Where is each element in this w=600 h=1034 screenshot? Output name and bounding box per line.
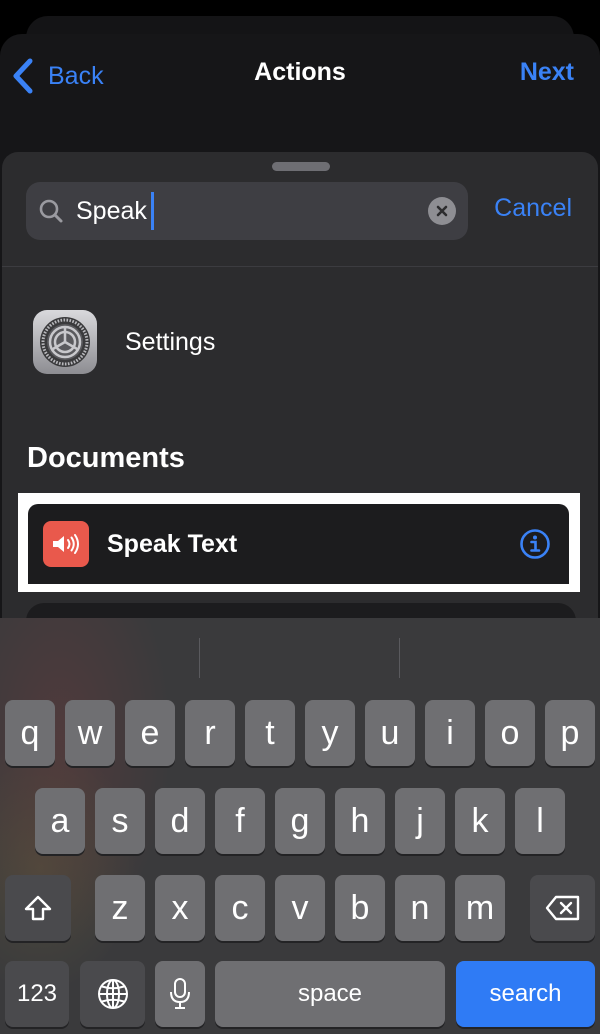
key-label: m (465, 889, 495, 927)
key-p[interactable]: p (545, 700, 595, 766)
numbers-key-label: 123 (16, 980, 58, 1007)
key-r[interactable]: r (185, 700, 235, 766)
key-y[interactable]: y (305, 700, 355, 766)
key-n[interactable]: n (395, 875, 445, 941)
dictation-key[interactable] (155, 961, 205, 1027)
action-search-panel: Speak Cancel Settings Documents Speak Te… (2, 152, 598, 622)
key-b[interactable]: b (335, 875, 385, 941)
key-label: c (231, 889, 249, 927)
key-label: k (471, 802, 489, 840)
microphone-icon (170, 978, 190, 1009)
key-e[interactable]: e (125, 700, 175, 766)
key-s[interactable]: s (95, 788, 145, 854)
key-label: f (235, 802, 245, 840)
key-label: h (350, 802, 370, 840)
search-icon (39, 199, 63, 223)
key-label: o (500, 714, 520, 752)
key-label: j (416, 802, 424, 840)
close-icon (436, 205, 448, 217)
settings-gear-icon (33, 310, 97, 374)
key-o[interactable]: o (485, 700, 535, 766)
key-j[interactable]: j (395, 788, 445, 854)
keyboard: qwe r t y u i o p a s d f g h j k l z x c v b nm 123 space s… (0, 618, 600, 1034)
key-label: w (77, 714, 103, 752)
key-t[interactable]: t (245, 700, 295, 766)
search-input[interactable]: Speak (26, 182, 468, 240)
key-label: u (380, 714, 400, 752)
settings-label: Settings (125, 327, 216, 356)
key-label: q (20, 714, 40, 752)
search-value: Speak (76, 196, 147, 225)
page-title: Actions (254, 58, 346, 86)
key-label: r (204, 714, 216, 752)
shift-key[interactable] (5, 875, 71, 941)
sheet-grabber[interactable] (272, 162, 330, 171)
key-w[interactable]: w (65, 700, 115, 766)
key-label: e (140, 714, 160, 752)
key-label: v (291, 889, 309, 927)
key-f[interactable]: f (215, 788, 265, 854)
key-z[interactable]: z (95, 875, 145, 941)
key-label: x (171, 889, 189, 927)
text-cursor (150, 192, 154, 230)
key-label: s (111, 802, 129, 840)
numbers-key[interactable]: 123 (5, 961, 69, 1027)
key-label: l (536, 802, 544, 840)
shift-icon (24, 895, 52, 921)
divider (2, 266, 598, 267)
key-c[interactable]: c (215, 875, 265, 941)
delete-key[interactable] (530, 875, 595, 941)
key-k[interactable]: k (455, 788, 505, 854)
suggestion-divider (199, 638, 200, 678)
key-label: g (290, 802, 310, 840)
search-key[interactable]: search (456, 961, 595, 1027)
space-key-label: space (297, 980, 363, 1007)
key-label: z (111, 889, 129, 927)
key-label: t (265, 714, 275, 752)
key-label: n (410, 889, 430, 927)
speaker-icon (43, 521, 89, 567)
cancel-button[interactable]: Cancel (494, 194, 572, 223)
key-label: i (446, 714, 454, 752)
key-h[interactable]: h (335, 788, 385, 854)
action-speak-text[interactable]: Speak Text (28, 504, 569, 584)
key-u[interactable]: u (365, 700, 415, 766)
search-key-label: search (489, 980, 562, 1007)
key-label: p (560, 714, 580, 752)
key-label: b (350, 889, 370, 927)
clear-search-button[interactable] (428, 197, 456, 225)
key-label: a (50, 802, 70, 840)
space-key[interactable]: space (215, 961, 445, 1027)
key-m[interactable]: m (455, 875, 505, 941)
key-a[interactable]: a (35, 788, 85, 854)
key-l[interactable]: l (515, 788, 565, 854)
section-header-documents: Documents (27, 442, 185, 474)
key-q[interactable]: q (5, 700, 55, 766)
suggestion-divider (399, 638, 400, 678)
key-v[interactable]: v (275, 875, 325, 941)
globe-icon (97, 979, 128, 1009)
key-d[interactable]: d (155, 788, 205, 854)
result-settings-app[interactable]: Settings (2, 302, 598, 382)
action-label: Speak Text (107, 529, 238, 558)
key-g[interactable]: g (275, 788, 325, 854)
key-x[interactable]: x (155, 875, 205, 941)
key-label: d (170, 802, 190, 840)
globe-key[interactable] (80, 961, 145, 1027)
next-button[interactable]: Next (520, 58, 574, 87)
backspace-icon (545, 895, 579, 921)
key-label: y (321, 714, 339, 752)
key-i[interactable]: i (425, 700, 475, 766)
info-icon[interactable] (519, 528, 551, 560)
